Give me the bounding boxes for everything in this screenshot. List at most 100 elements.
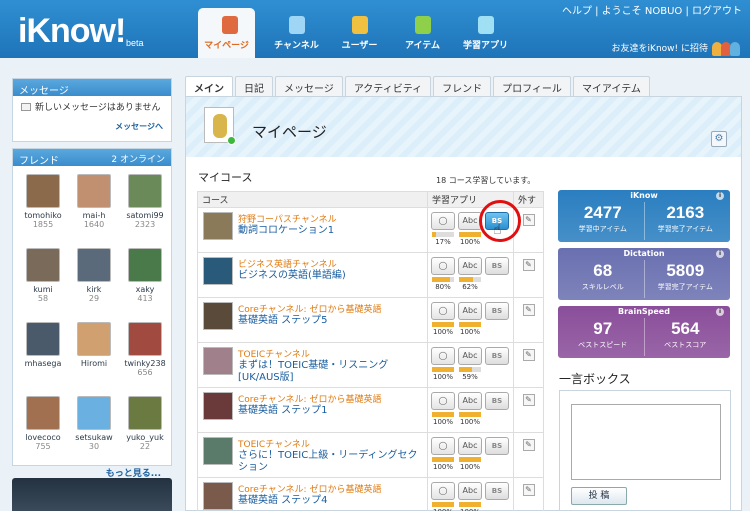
friend-avatar[interactable]: [26, 396, 60, 430]
tab-3[interactable]: アクティビティ: [344, 76, 432, 96]
friend-avatar[interactable]: [128, 248, 162, 282]
speech-bubble-icon[interactable]: ◯: [431, 302, 455, 320]
friend-avatar[interactable]: [26, 174, 60, 208]
course-name[interactable]: 基礎英語 ステップ5: [238, 315, 427, 327]
friend-name[interactable]: xaky: [121, 285, 169, 294]
speech-bubble-icon[interactable]: ◯: [431, 482, 455, 500]
remove-icon[interactable]: ✎: [522, 439, 535, 451]
nav-item-4[interactable]: 学習アプリ: [454, 8, 517, 58]
course-thumbnail[interactable]: [203, 302, 233, 330]
friend-avatar[interactable]: [77, 322, 111, 356]
friend-avatar[interactable]: [77, 174, 111, 208]
course-name[interactable]: まずは！TOEIC基礎・リスニング[UK/AUS版]: [238, 360, 427, 384]
friend-item[interactable]: tomohiko 1855: [19, 172, 67, 244]
avatar[interactable]: [204, 107, 236, 145]
course-channel[interactable]: TOEICチャンネル: [238, 347, 427, 360]
friend-item[interactable]: xaky 413: [121, 246, 169, 318]
friend-item[interactable]: mhasega: [19, 320, 67, 392]
course-name[interactable]: 基礎英語 ステップ1: [238, 405, 427, 417]
nav-item-3[interactable]: アイテム: [391, 8, 454, 58]
promo-panel[interactable]: [12, 478, 172, 511]
top-links[interactable]: ヘルプ | ようこそ NOBUO | ログアウト: [562, 2, 742, 17]
remove-icon[interactable]: ✎: [522, 349, 535, 361]
abc-icon[interactable]: Abc: [458, 482, 482, 500]
friend-name[interactable]: yuko_yuk: [121, 433, 169, 442]
nav-item-0[interactable]: マイページ: [198, 8, 255, 58]
friend-item[interactable]: kumi 58: [19, 246, 67, 318]
abc-icon[interactable]: Abc: [458, 257, 482, 275]
friend-avatar[interactable]: [128, 174, 162, 208]
course-thumbnail[interactable]: [203, 437, 233, 465]
logo[interactable]: iKnow!: [18, 12, 126, 51]
remove-icon[interactable]: ✎: [522, 484, 535, 496]
nav-item-1[interactable]: チャンネル: [265, 8, 328, 58]
course-thumbnail[interactable]: [203, 347, 233, 375]
friend-item[interactable]: yuko_yuk 22: [121, 394, 169, 466]
tab-0[interactable]: メイン: [185, 76, 233, 96]
messages-link[interactable]: メッセージへ: [13, 113, 171, 132]
course-thumbnail[interactable]: [203, 257, 233, 285]
post-button[interactable]: 投 稿: [571, 487, 627, 505]
speech-bubble-icon[interactable]: ◯: [431, 392, 455, 410]
abc-icon[interactable]: Abc: [458, 437, 482, 455]
friend-avatar[interactable]: [26, 248, 60, 282]
shoutbox-input[interactable]: [571, 404, 721, 480]
friend-name[interactable]: kumi: [19, 285, 67, 294]
brainspeed-icon[interactable]: BS: [485, 392, 509, 410]
friend-item[interactable]: setsukaw 30: [70, 394, 118, 466]
info-icon[interactable]: i: [716, 192, 724, 200]
nav-item-2[interactable]: ユーザー: [328, 8, 391, 58]
friend-item[interactable]: Hiromi: [70, 320, 118, 392]
abc-icon[interactable]: Abc: [458, 302, 482, 320]
brainspeed-icon[interactable]: BS: [485, 437, 509, 455]
settings-icon[interactable]: ⚙: [711, 131, 727, 147]
friend-name[interactable]: Hiromi: [70, 359, 118, 368]
friend-item[interactable]: lovecoco 755: [19, 394, 67, 466]
friend-name[interactable]: lovecoco: [19, 433, 67, 442]
course-name[interactable]: ビジネスの英語(単語編): [238, 270, 427, 282]
course-thumbnail[interactable]: [203, 392, 233, 420]
speech-bubble-icon[interactable]: ◯: [431, 257, 455, 275]
abc-icon[interactable]: Abc: [458, 392, 482, 410]
friend-name[interactable]: setsukaw: [70, 433, 118, 442]
info-icon[interactable]: i: [716, 308, 724, 316]
friend-avatar[interactable]: [77, 396, 111, 430]
friend-name[interactable]: mai-h: [70, 211, 118, 220]
brainspeed-icon[interactable]: BS: [485, 347, 509, 365]
course-channel[interactable]: TOEICチャンネル: [238, 437, 427, 450]
remove-icon[interactable]: ✎: [522, 394, 535, 406]
tab-2[interactable]: メッセージ: [275, 76, 343, 96]
speech-bubble-icon[interactable]: ◯: [431, 212, 455, 230]
speech-bubble-icon[interactable]: ◯: [431, 437, 455, 455]
course-channel[interactable]: ビジネス英語チャンネル: [238, 257, 427, 270]
remove-icon[interactable]: ✎: [522, 214, 535, 226]
friend-name[interactable]: twinky238: [121, 359, 169, 368]
tab-5[interactable]: プロフィール: [493, 76, 571, 96]
friend-name[interactable]: satomi99: [121, 211, 169, 220]
course-channel[interactable]: 狩野コーパスチャンネル: [238, 212, 427, 225]
friend-name[interactable]: mhasega: [19, 359, 67, 368]
remove-icon[interactable]: ✎: [522, 304, 535, 316]
friend-item[interactable]: satomi99 2323: [121, 172, 169, 244]
brainspeed-icon[interactable]: BS: [485, 482, 509, 500]
course-name[interactable]: 基礎英語 ステップ4: [238, 495, 427, 507]
friend-name[interactable]: tomohiko: [19, 211, 67, 220]
tab-4[interactable]: フレンド: [433, 76, 492, 96]
abc-icon[interactable]: Abc: [458, 347, 482, 365]
course-thumbnail[interactable]: [203, 482, 233, 510]
friend-avatar[interactable]: [128, 322, 162, 356]
course-channel[interactable]: Coreチャンネル: ゼロから基礎英語: [238, 482, 427, 495]
speech-bubble-icon[interactable]: ◯: [431, 347, 455, 365]
friend-avatar[interactable]: [26, 322, 60, 356]
invite-friends[interactable]: お友達をiKnow! に招待: [612, 38, 742, 56]
friend-item[interactable]: mai-h 1640: [70, 172, 118, 244]
friend-item[interactable]: twinky238 656: [121, 320, 169, 392]
friend-name[interactable]: kirk: [70, 285, 118, 294]
tab-6[interactable]: マイアイテム: [572, 76, 650, 96]
brainspeed-icon[interactable]: BS: [485, 257, 509, 275]
course-thumbnail[interactable]: [203, 212, 233, 240]
course-name[interactable]: 動詞コロケーション1: [238, 225, 427, 237]
tab-1[interactable]: 日記: [235, 76, 273, 96]
course-channel[interactable]: Coreチャンネル: ゼロから基礎英語: [238, 392, 427, 405]
course-name[interactable]: さらに！TOEIC上級・リーディングセクション: [238, 450, 427, 474]
